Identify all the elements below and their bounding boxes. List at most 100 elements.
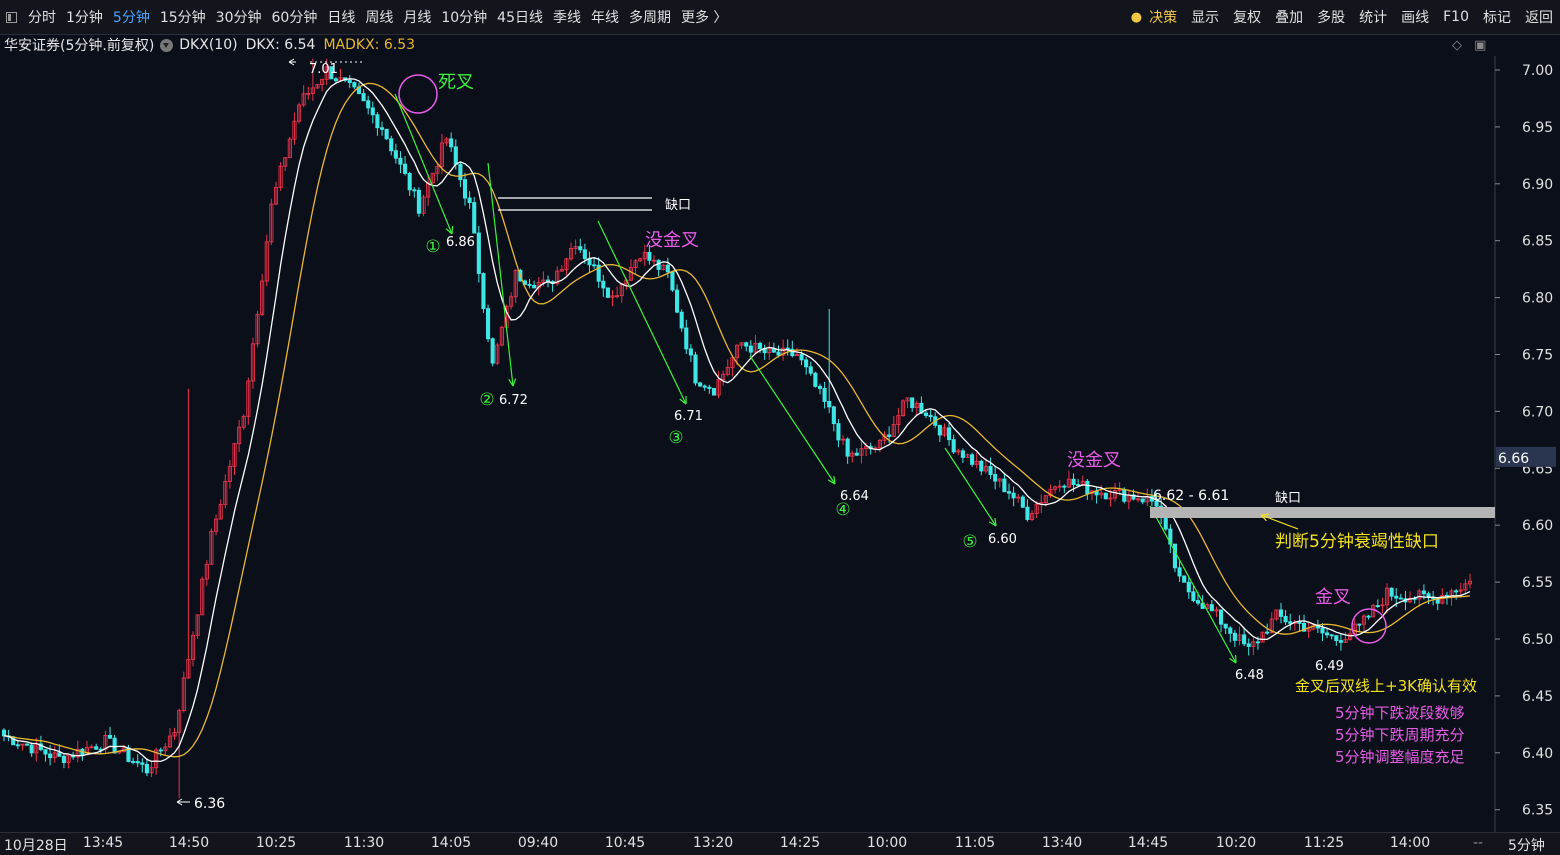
candle-body (1076, 484, 1081, 486)
candle-body (1232, 632, 1237, 641)
tab-60min[interactable]: 60分钟 (267, 7, 323, 27)
tab-weekly[interactable]: 周线 (360, 7, 398, 27)
plot-background (0, 56, 1495, 832)
tab-quarterly[interactable]: 季线 (548, 7, 586, 27)
candle-body (937, 424, 942, 436)
candle-body (389, 138, 394, 152)
candle-body (688, 348, 693, 356)
overlay-button[interactable]: 叠加 (1268, 7, 1310, 27)
tab-yearly[interactable]: 年线 (586, 7, 624, 27)
candle-body (1454, 590, 1459, 593)
diamond-icon[interactable]: ◇ (1452, 38, 1462, 53)
f10-button[interactable]: F10 (1436, 9, 1476, 25)
gap-note: 判断5分钟衰竭性缺口 (1275, 532, 1439, 552)
y-tick-label: 6.60 (1522, 518, 1553, 534)
candle-body (1246, 643, 1251, 647)
indicator-name[interactable]: DKX(10) (179, 37, 237, 53)
y-tick-label: 6.55 (1522, 575, 1553, 591)
candle-body (1209, 604, 1214, 612)
back-button[interactable]: 返回 (1518, 7, 1560, 27)
tab-1min[interactable]: 1分钟 (61, 7, 108, 27)
gap-label-1: 缺口 (665, 198, 691, 213)
candle-body (476, 232, 481, 274)
tab-monthly[interactable]: 月线 (398, 7, 436, 27)
candle-body (647, 251, 652, 261)
candle-body (453, 146, 458, 165)
candle-body (1283, 615, 1288, 623)
candle-body (61, 755, 66, 764)
candle-body (831, 406, 836, 425)
candle-body (1006, 491, 1012, 494)
draw-line-button[interactable]: 画线 (1394, 7, 1436, 27)
time-tick-label: 14:25 (779, 835, 821, 851)
kline-chart[interactable]: 7.006.956.906.856.806.756.706.656.606.55… (0, 56, 1560, 832)
time-tick-label: 11:30 (343, 835, 385, 851)
candle-body (707, 386, 712, 389)
wave-number-1: ① (425, 237, 440, 257)
candle-body (347, 79, 352, 84)
high-price-label: 7.01 (309, 62, 338, 77)
panel-icon[interactable]: ▣ (1474, 38, 1486, 53)
candle-body (923, 412, 929, 416)
time-axis: 10月28日 13:45 14:50 10:25 11:30 14:05 09:40 10:4… (0, 832, 1560, 855)
time-tick-label: 13:45 (82, 835, 124, 851)
candle-body (25, 743, 30, 746)
wave-number-5: ⑤ (962, 532, 977, 552)
candle-body (57, 752, 62, 757)
indicator-info-bar: 华安证券(5分钟.前复权) DKX(10) DKX: 6.54 MADKX: 6… (0, 34, 1495, 56)
candle-body (1103, 492, 1108, 500)
candle-body (1195, 600, 1201, 604)
candle-body (1357, 623, 1362, 626)
candle-body (333, 78, 338, 82)
tab-daily[interactable]: 日线 (322, 7, 360, 27)
candle-body (1172, 543, 1178, 569)
decision-button[interactable]: 决策 (1142, 7, 1184, 27)
tab-15min[interactable]: 15分钟 (155, 7, 211, 27)
candle-body (578, 246, 583, 251)
restore-rights-button[interactable]: 复权 (1226, 7, 1268, 27)
time-tick-label: 10:00 (866, 835, 908, 851)
candle-body (375, 114, 380, 129)
display-button[interactable]: 显示 (1184, 7, 1226, 27)
candle-body (361, 93, 366, 102)
wave-number-2: ② (479, 390, 494, 410)
time-tick-label: 14:00 (1389, 835, 1431, 851)
candle-body (827, 400, 832, 408)
tab-fenshi[interactable]: 分时 (23, 7, 61, 27)
candle-body (366, 100, 371, 109)
y-tick-label: 6.50 (1522, 632, 1553, 648)
candle-body (481, 273, 486, 310)
sidebar-toggle-icon[interactable] (6, 11, 17, 23)
tab-multi-period[interactable]: 多周期 (624, 7, 676, 27)
multi-stock-button[interactable]: 多股 (1310, 7, 1352, 27)
mark-button[interactable]: 标记 (1476, 7, 1518, 27)
statistics-button[interactable]: 统计 (1352, 7, 1394, 27)
candle-body (684, 327, 689, 350)
candle-body (379, 127, 385, 130)
tab-5min[interactable]: 5分钟 (108, 7, 155, 27)
tab-more[interactable]: 更多 〉 (676, 7, 732, 27)
candle-body (527, 283, 532, 286)
candle-body (1288, 621, 1293, 624)
tab-10min[interactable]: 10分钟 (436, 7, 492, 27)
tab-30min[interactable]: 30分钟 (211, 7, 267, 27)
candle-body (808, 366, 813, 374)
candle-body (601, 280, 606, 289)
tab-45day[interactable]: 45日线 (492, 7, 548, 27)
candle-body (771, 348, 776, 353)
time-tick-label: 13:20 (692, 835, 734, 851)
period-label[interactable]: 5分钟 (1508, 835, 1545, 855)
candle-body (1085, 480, 1090, 495)
candle-body (1389, 587, 1394, 597)
candle-body (702, 385, 707, 388)
time-dash: -- (1473, 835, 1484, 851)
time-tick-label: 10:45 (604, 835, 646, 851)
indicator-dropdown-icon[interactable] (160, 38, 174, 52)
candle-body (1329, 634, 1334, 637)
candle-body (144, 763, 149, 774)
time-tick-label: 14:45 (1127, 835, 1169, 851)
candle-body (776, 351, 781, 356)
chart-area (0, 56, 1496, 832)
wave-price-3: 6.71 (674, 409, 703, 424)
summary-note-3: 5分钟调整幅度充足 (1335, 748, 1465, 766)
